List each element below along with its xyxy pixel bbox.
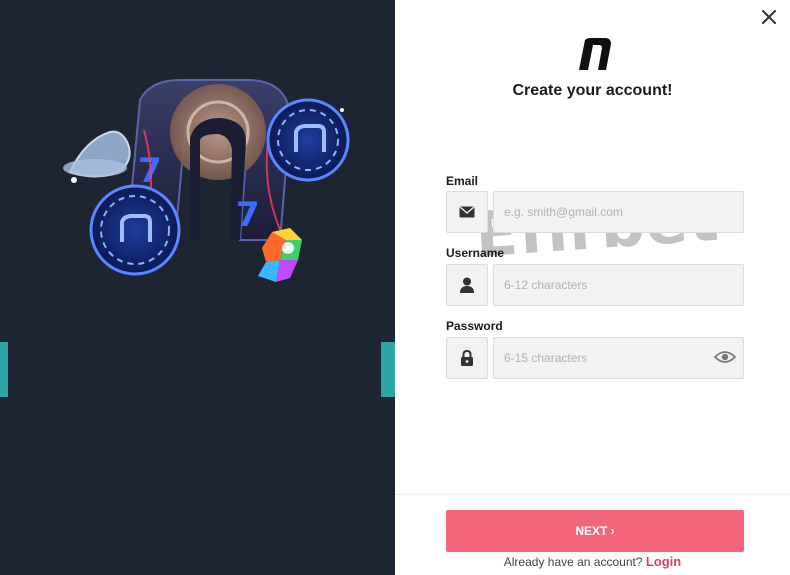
next-button[interactable]: NEXT ›: [446, 510, 744, 552]
login-link[interactable]: Login: [646, 554, 681, 569]
username-icon-box: [446, 264, 488, 306]
password-field[interactable]: [493, 337, 744, 379]
login-prompt-text: Already have an account?: [503, 555, 646, 569]
email-icon-box: [446, 191, 488, 233]
email-field[interactable]: [493, 191, 744, 233]
eye-icon[interactable]: [714, 349, 736, 365]
brand-logo: [579, 38, 611, 70]
username-field[interactable]: [493, 264, 744, 306]
password-icon-box: [446, 337, 488, 379]
signup-form-panel: Create your account! Efirbet Email Usern…: [395, 0, 790, 575]
envelope-icon: [459, 206, 475, 218]
footer-divider: [395, 494, 790, 495]
hero-panel: 7 7: [0, 0, 395, 575]
username-label: Username: [446, 246, 505, 260]
carousel-prev-handle[interactable]: [0, 342, 8, 397]
svg-text:7: 7: [236, 195, 260, 235]
user-icon: [460, 277, 474, 293]
login-prompt: Already have an account? Login: [395, 554, 790, 569]
email-label: Email: [446, 174, 479, 188]
carousel-next-handle[interactable]: [381, 342, 395, 397]
close-icon[interactable]: [758, 6, 780, 28]
lock-icon: [461, 350, 473, 366]
password-label: Password: [446, 319, 503, 333]
casino-logo-illustration: 7 7: [63, 79, 350, 282]
page-title: Create your account!: [512, 82, 673, 99]
